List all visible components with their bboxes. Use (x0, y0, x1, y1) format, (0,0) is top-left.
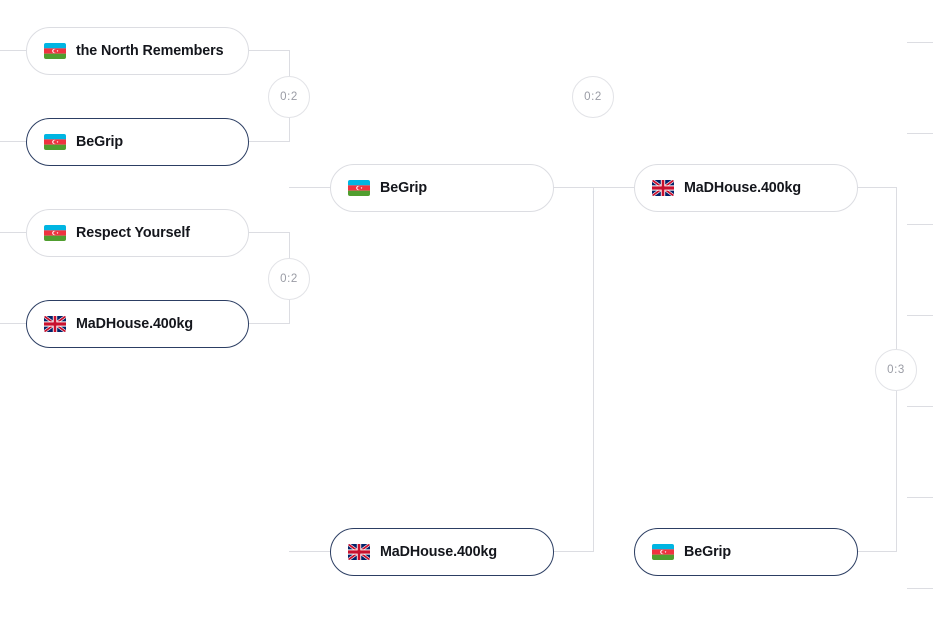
match-card-r1m2-team2[interactable]: MaDHouse.400kg (26, 300, 249, 348)
match-card-r2m1-team2[interactable]: MaDHouse.400kg (330, 528, 554, 576)
match-score-r1m1[interactable]: 0:2 (268, 76, 310, 118)
team-name: MaDHouse.400kg (380, 544, 497, 560)
match-card-r2m1-team1[interactable]: BeGrip (330, 164, 554, 212)
connector-into-r2-upper (289, 187, 331, 188)
connector-entry-r1m1t2 (0, 141, 27, 142)
connector-r1m2-top (249, 232, 290, 233)
connector-entry-r1m2t1 (0, 232, 27, 233)
connector-r1m2-vertical-top (289, 232, 290, 259)
connector-r3-lower-out (857, 551, 897, 552)
team-name: BeGrip (380, 180, 428, 196)
connector-r2-lower-out (553, 551, 594, 552)
match-score-r3m1[interactable]: 0:3 (875, 349, 917, 391)
connector-r1m1-top (249, 50, 290, 51)
team-name: BeGrip (76, 134, 124, 150)
azerbaijan-flag-icon (44, 43, 66, 59)
match-card-r3m1-team1[interactable]: MaDHouse.400kg (634, 164, 858, 212)
connector-offscreen-stub-1 (907, 42, 933, 43)
azerbaijan-flag-icon (348, 180, 370, 196)
connector-r3-vertical-top (896, 187, 897, 349)
match-card-r1m1-team1[interactable]: the North Remembers (26, 27, 249, 75)
match-score-r1m2[interactable]: 0:2 (268, 258, 310, 300)
team-name: BeGrip (684, 544, 732, 560)
team-name: MaDHouse.400kg (684, 180, 801, 196)
connector-offscreen-stub-3 (907, 224, 933, 225)
connector-r2-vertical (593, 187, 594, 552)
connector-r3-upper-out (857, 187, 897, 188)
azerbaijan-flag-icon (652, 544, 674, 560)
team-name: the North Remembers (76, 43, 224, 59)
connector-r1m1-bottom (249, 141, 290, 142)
united-kingdom-flag-icon (348, 544, 370, 560)
connector-r1m1-vertical-top (289, 50, 290, 77)
match-card-r3m1-team2[interactable]: BeGrip (634, 528, 858, 576)
azerbaijan-flag-icon (44, 225, 66, 241)
connector-r1m2-bottom (249, 323, 290, 324)
connector-entry-r1m2t2 (0, 323, 27, 324)
connector-into-r2-lower (289, 551, 331, 552)
connector-offscreen-stub-7 (907, 588, 933, 589)
connector-offscreen-stub-6 (907, 497, 933, 498)
connector-offscreen-stub-2 (907, 133, 933, 134)
team-name: MaDHouse.400kg (76, 316, 193, 332)
connector-entry-r1m1t1 (0, 50, 27, 51)
azerbaijan-flag-icon (44, 134, 66, 150)
united-kingdom-flag-icon (44, 316, 66, 332)
connector-r3-vertical-bottom (896, 391, 897, 552)
connector-r1m1-vertical-bottom (289, 117, 290, 142)
match-score-r2m1[interactable]: 0:2 (572, 76, 614, 118)
connector-offscreen-stub-5 (907, 406, 933, 407)
match-card-r1m2-team1[interactable]: Respect Yourself (26, 209, 249, 257)
connector-into-r3-upper (593, 187, 635, 188)
connector-r2-upper-out (553, 187, 594, 188)
united-kingdom-flag-icon (652, 180, 674, 196)
tournament-bracket: the North Remembers BeGrip Respect Yours… (0, 0, 933, 626)
match-card-r1m1-team2[interactable]: BeGrip (26, 118, 249, 166)
connector-offscreen-stub-4 (907, 315, 933, 316)
connector-r1m2-vertical-bottom (289, 299, 290, 324)
team-name: Respect Yourself (76, 225, 190, 241)
